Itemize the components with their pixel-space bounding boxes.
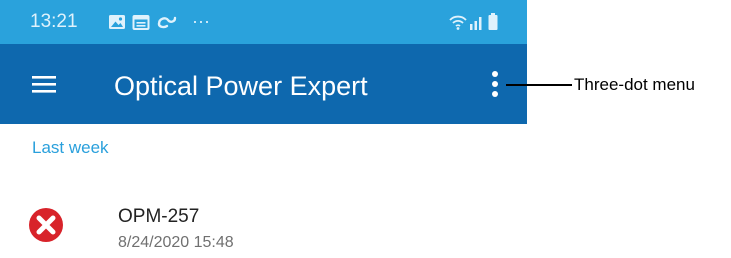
wifi-icon [449, 15, 467, 30]
callout-line [506, 84, 572, 86]
sync-notification-icon [157, 16, 177, 29]
more-notifications-indicator: ··· [192, 11, 210, 31]
item-title: OPM-257 [118, 206, 200, 227]
status-bar: 13:21 ··· [0, 0, 527, 44]
list-item[interactable]: OPM-257 8/24/2020 15:48 [0, 192, 527, 258]
app-bar: Optical Power Expert [0, 44, 527, 124]
calendar-notification-icon [132, 15, 150, 30]
status-time: 13:21 [30, 11, 78, 32]
app-title: Optical Power Expert [114, 71, 368, 101]
phone-screen: 13:21 ··· Optical Power Expert Last week… [0, 0, 527, 258]
callout-label: Three-dot menu [574, 75, 695, 94]
section-header-last-week: Last week [32, 138, 109, 157]
image-notification-icon [109, 15, 125, 29]
signal-icon [470, 17, 482, 30]
three-dot-menu-icon[interactable] [481, 66, 509, 102]
battery-icon [488, 13, 498, 30]
hamburger-menu-icon[interactable] [28, 68, 60, 100]
error-icon [29, 208, 63, 242]
item-timestamp: 8/24/2020 15:48 [118, 234, 234, 251]
